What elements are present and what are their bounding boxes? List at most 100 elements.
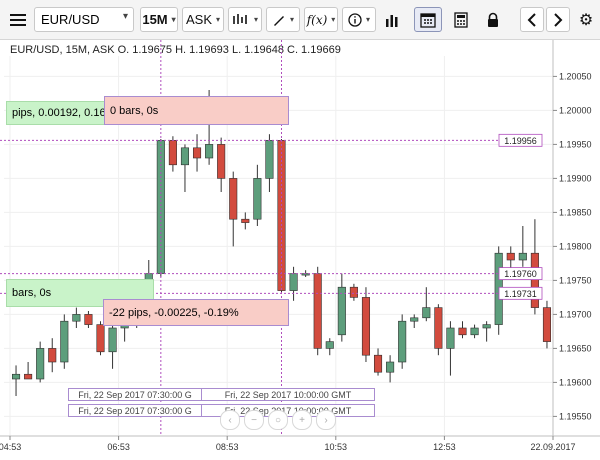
price-side-label: ASK [185,12,212,27]
candle-bearish [96,324,105,353]
candle-bullish [205,144,214,159]
candle-bearish [24,373,33,380]
candle-bullish [325,341,334,349]
y-tick-label: 1.19750 [559,275,592,285]
candle-bullish [446,327,455,349]
candle-bullish [289,273,298,291]
symbol-label: EUR/USD [41,12,100,27]
chevron-down-icon: ▾ [216,15,221,24]
x-tick-label: 22.09.2017 [530,442,575,452]
lock-icon [488,12,498,27]
chevron-right-icon[interactable]: › [316,410,336,430]
zoom-out-icon[interactable]: − [244,410,264,430]
chevron-left-icon [527,12,536,27]
y-tick-label: 1.19700 [559,309,592,319]
candle-bullish [265,140,274,179]
price-side-selector[interactable]: ASK ▾ [182,7,224,32]
calendar-button[interactable] [414,7,442,32]
zoom-controls: ‹ − ○ + › [220,410,336,430]
y-tick-label: 1.19800 [559,241,592,251]
y-tick-label: 1.19650 [559,343,592,353]
chart-type-button[interactable]: ▾ [228,7,262,32]
x-tick-label: 10:53 [325,442,348,452]
candles-icon [233,13,247,24]
calculator-button[interactable] [448,7,474,32]
info-icon [348,12,362,27]
scroll-right-button[interactable] [546,7,570,32]
candle-bearish [48,348,57,363]
measure-label-top-green[interactable]: pips, 0.00192, 0.16 [6,101,106,125]
x-tick-label: 04:53 [0,442,21,452]
candle-bearish [229,178,238,220]
candle-bearish [458,327,467,336]
candle-bearish [506,252,515,261]
info-button[interactable]: ▾ [342,7,376,32]
hamburger-menu-icon[interactable] [6,7,30,32]
y-tick-label: 1.19950 [559,139,592,149]
timeframe-label: 15M [142,12,168,27]
y-tick-label: 1.19550 [559,411,592,421]
candle-bullish [482,324,491,329]
settings-button[interactable]: ⚙ [574,7,598,32]
candle-bullish [470,327,479,336]
candle-bullish [11,373,21,380]
chevron-down-icon: ▾ [253,15,258,24]
indicators-button[interactable]: f(x) ▾ [304,7,338,32]
gear-icon: ⚙ [578,11,594,29]
calendar-icon [420,12,436,28]
candle-bullish [180,147,190,166]
chevron-down-icon: ▾ [122,11,128,22]
fx-icon: f(x) [306,12,328,27]
timestamp-label: Fri, 22 Sep 2017 10:00:00 GMT [201,388,375,401]
timestamp-label: Fri, 22 Sep 2017 07:30:00 G [68,388,202,401]
chevron-down-icon: ▾ [331,15,336,24]
candle-bearish [361,297,371,356]
candle-bullish [60,320,69,363]
chevron-right-icon [554,12,563,27]
chevron-down-icon: ▾ [171,15,176,24]
candle-bullish [337,286,346,336]
price-marker-label: 1.19760 [504,269,537,279]
chevron-left-icon[interactable]: ‹ [220,410,240,430]
timeframe-selector[interactable]: 15M ▾ [140,7,178,32]
candle-bullish [108,327,117,353]
candle-bullish [386,361,395,373]
price-marker-label: 1.19731 [504,289,537,299]
x-tick-label: 08:53 [216,442,239,452]
zoom-in-icon[interactable]: + [292,410,312,430]
candle-bearish [373,354,383,373]
candle-bearish [434,307,443,349]
lock-button[interactable] [480,7,506,32]
candle-bullish [36,348,45,380]
bar-chart-icon [386,14,398,27]
candle-bullish [72,314,81,322]
candle-bearish [168,140,177,166]
y-tick-label: 1.19850 [559,207,592,217]
y-tick-label: 1.19900 [559,173,592,183]
candle-bearish [542,307,552,342]
pen-icon [273,15,284,26]
x-tick-label: 06:53 [107,442,130,452]
calculator-icon [454,11,468,28]
candle-bearish [241,218,250,223]
scroll-left-button[interactable] [520,7,544,32]
candle-bearish [217,144,226,179]
x-tick-label: 12:53 [433,442,456,452]
candle-bullish [253,178,262,220]
drawing-tools-button[interactable]: ▾ [266,7,300,32]
candle-bullish [518,252,527,261]
candle-bullish [398,320,407,363]
candle-bullish [410,317,419,322]
measure-label-top-pink[interactable]: 0 bars, 0s [104,96,289,125]
volume-button[interactable] [380,7,406,32]
symbol-selector[interactable]: EUR/USD ▾ [34,7,134,32]
measure-label-bottom-pink[interactable]: -22 pips, -0.00225, -0.19% [103,299,289,326]
zoom-reset-icon[interactable]: ○ [268,410,288,430]
candle-bullish [422,307,431,319]
y-tick-label: 1.20050 [559,71,592,81]
y-tick-label: 1.19600 [559,377,592,387]
timestamp-label: Fri, 22 Sep 2017 07:30:00 G [68,404,202,417]
candle-bearish [192,147,202,159]
candle-bearish [349,286,358,298]
candle-bearish [84,314,93,325]
